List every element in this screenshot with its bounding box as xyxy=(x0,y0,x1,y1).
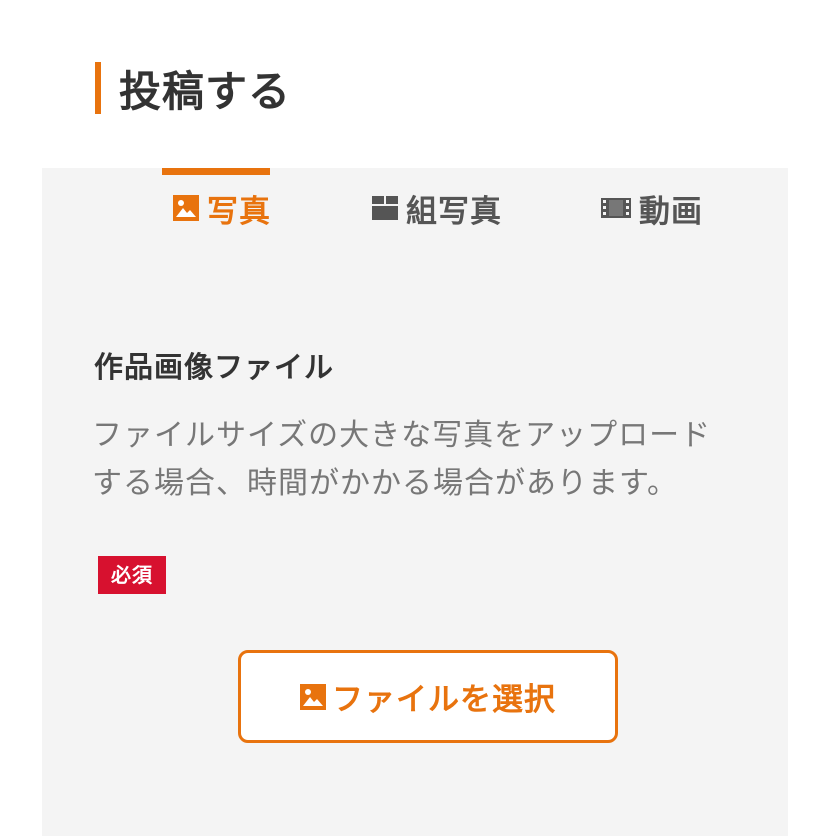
page-title: 投稿する xyxy=(119,66,292,116)
section-title: 作品画像ファイル xyxy=(94,350,335,384)
media-type-tabs: 写真 組写真 動画 xyxy=(42,168,788,248)
grid-icon xyxy=(372,196,398,220)
tab-multi-photo[interactable]: 組写真 xyxy=(352,168,522,248)
image-icon xyxy=(173,195,199,221)
film-icon xyxy=(601,198,631,218)
post-page: 投稿する 写真 組写真 動画 作品画像ファイル ファイルサイズの大きな写真をアッ… xyxy=(0,0,835,836)
tab-video[interactable]: 動画 xyxy=(582,168,722,248)
select-file-button-label: ファイルを選択 xyxy=(332,682,556,718)
tab-photo-label: 写真 xyxy=(207,193,271,230)
tab-photo[interactable]: 写真 xyxy=(152,168,292,248)
header-accent-bar xyxy=(95,62,101,114)
tab-multi-photo-label: 組写真 xyxy=(406,193,502,230)
image-icon xyxy=(300,683,326,710)
section-description: ファイルサイズの大きな写真をアップロードする場合、時間がかかる場合があります。 xyxy=(92,418,712,501)
page-header: 投稿する xyxy=(95,60,291,116)
tab-video-label: 動画 xyxy=(639,193,703,230)
select-file-button[interactable]: ファイルを選択 xyxy=(238,650,618,743)
required-badge: 必須 xyxy=(98,556,166,594)
upload-panel: 写真 組写真 動画 作品画像ファイル ファイルサイズの大きな写真をアップロードす… xyxy=(42,168,788,836)
